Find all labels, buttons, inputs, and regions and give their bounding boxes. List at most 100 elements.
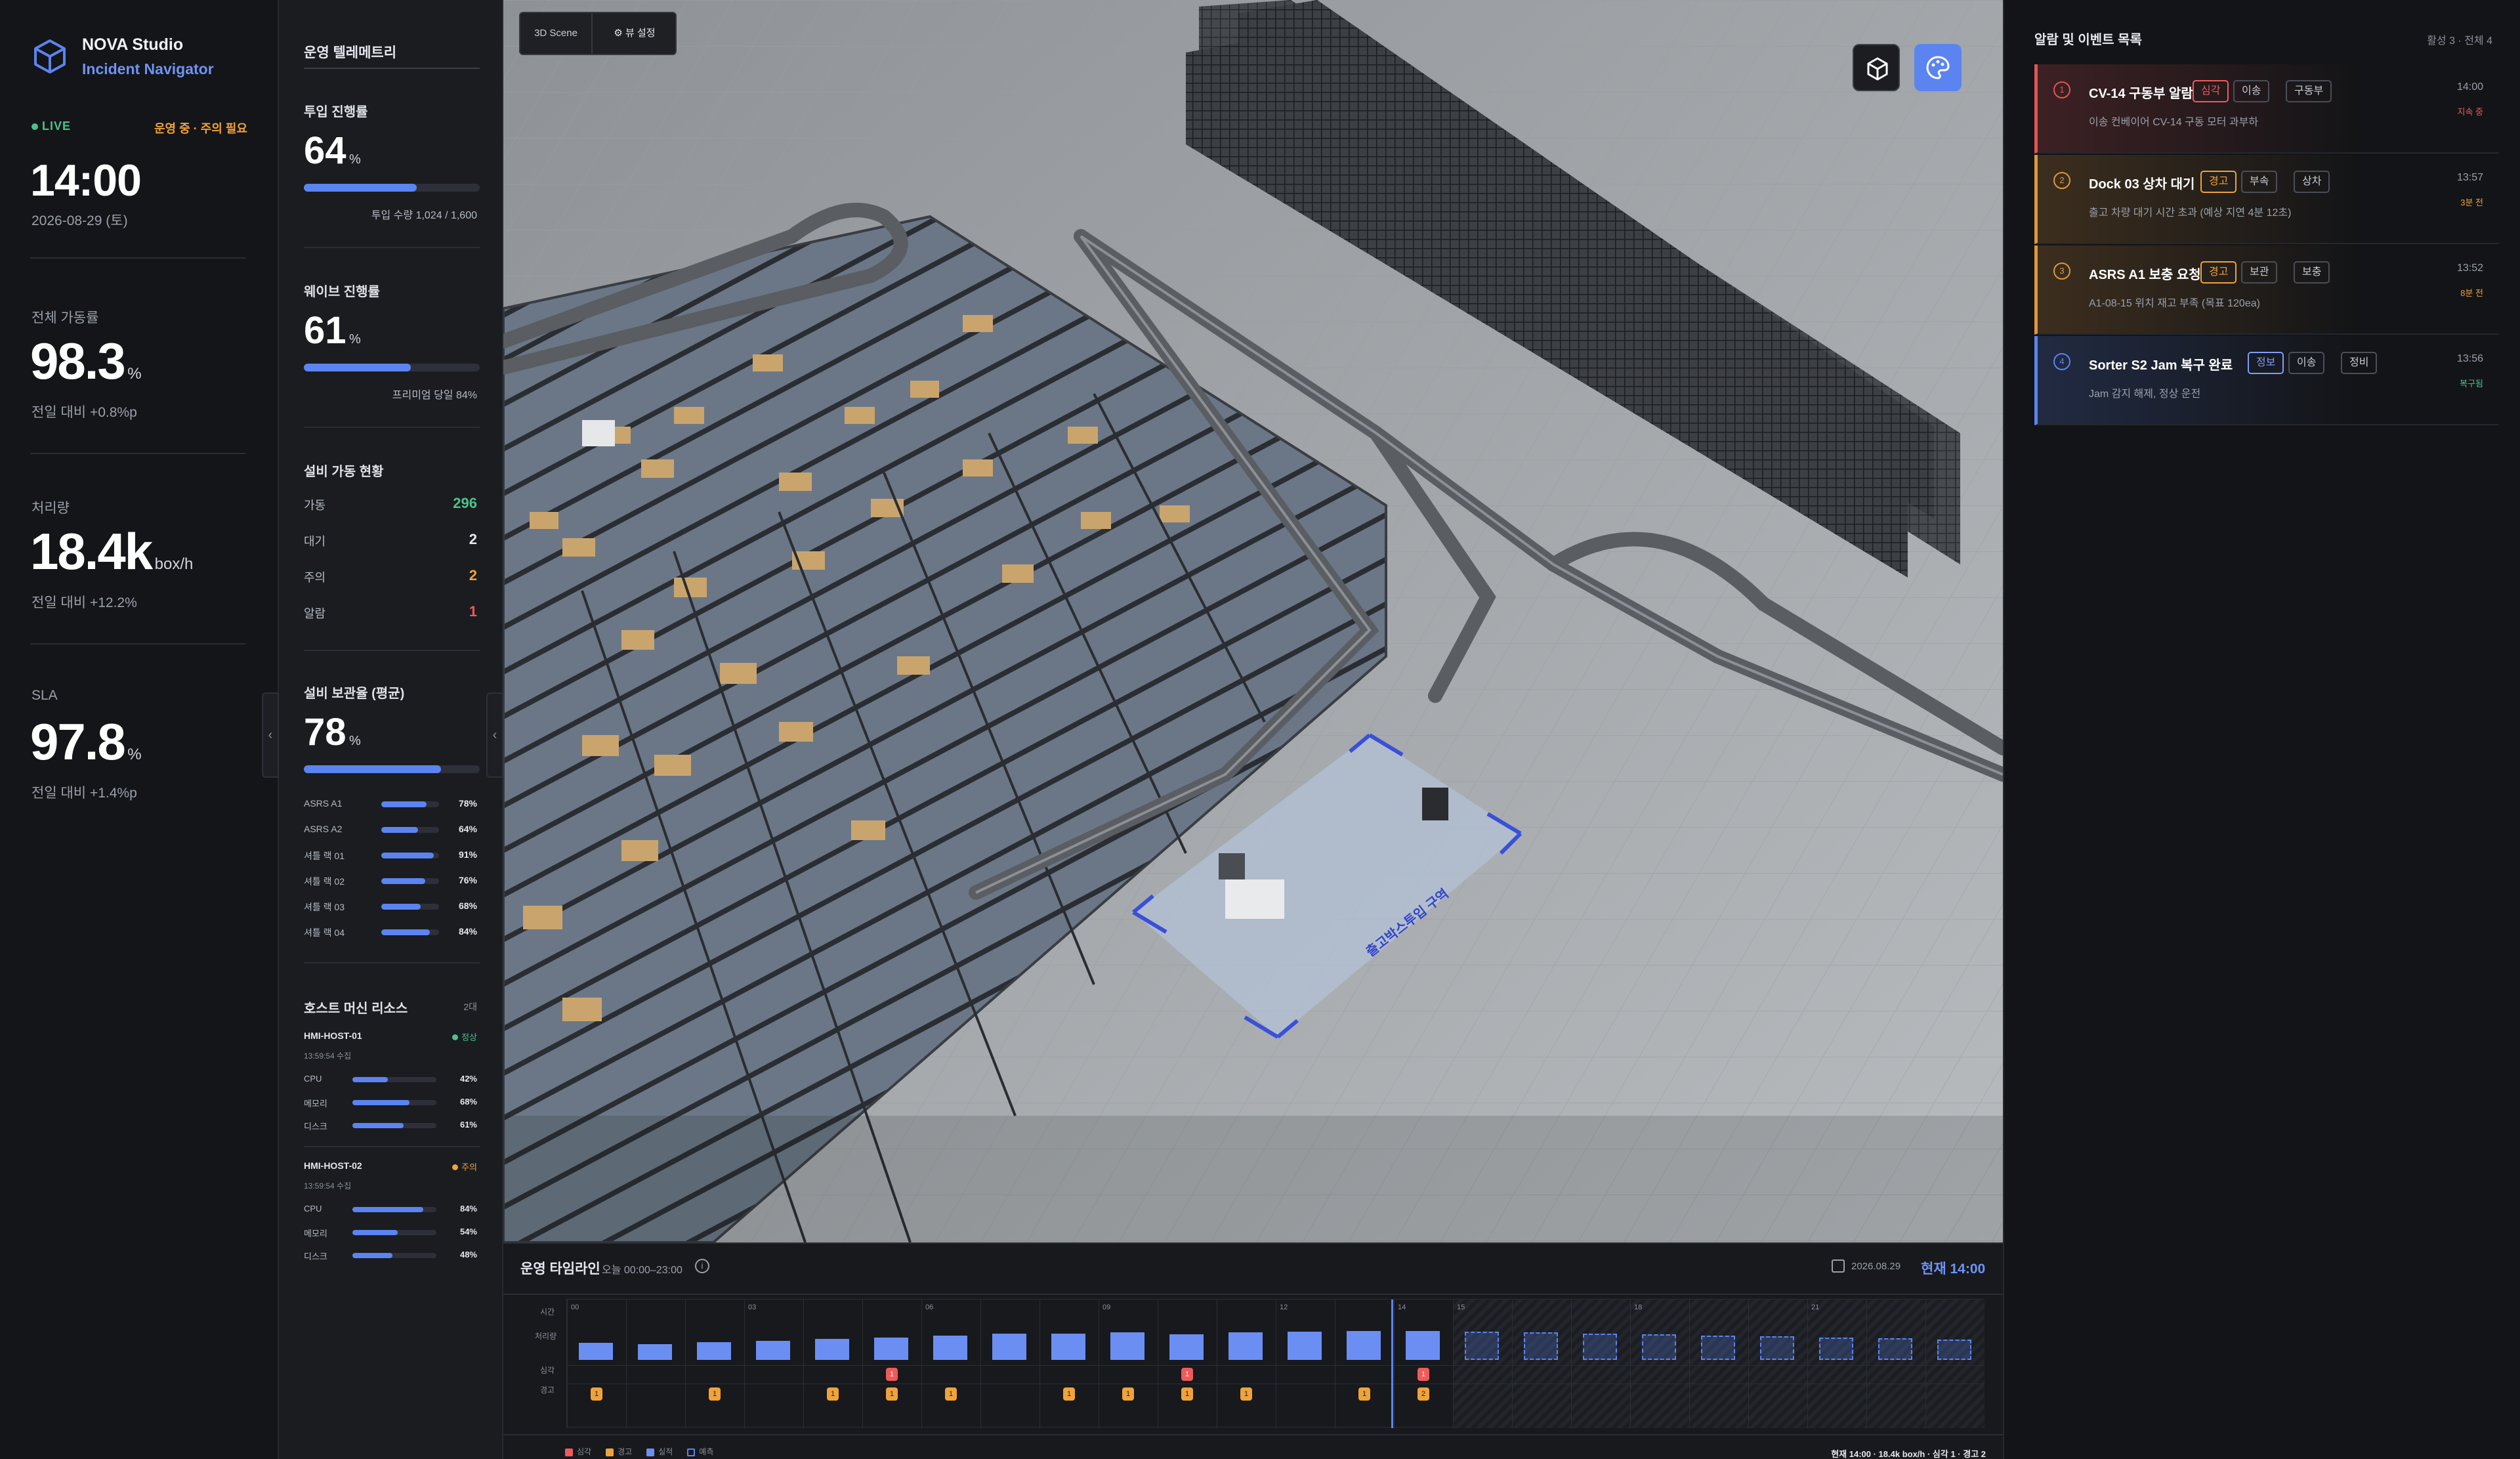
storage-item-value: 64% xyxy=(458,824,477,834)
warning-marker[interactable]: 2 xyxy=(1418,1387,1429,1401)
timeline-column[interactable] xyxy=(1335,1300,1394,1428)
timeline-column[interactable] xyxy=(1158,1300,1217,1428)
calendar-icon[interactable] xyxy=(1832,1259,1845,1273)
warning-marker[interactable]: 1 xyxy=(827,1387,839,1401)
row-label-warning: 경고 xyxy=(540,1385,555,1395)
warning-marker[interactable]: 1 xyxy=(591,1387,602,1401)
left-sidebar: NOVA Studio Incident Navigator LIVE 운영 중… xyxy=(0,0,279,1459)
alert-card[interactable]: 3 ASRS A1 보충 요청 A1-08-15 위치 재고 부족 (목표 12… xyxy=(2034,245,2499,335)
timeline-column[interactable] xyxy=(1512,1300,1571,1428)
throughput-bar[interactable] xyxy=(1406,1331,1440,1360)
throughput-bar[interactable] xyxy=(1347,1331,1381,1360)
timeline-column[interactable] xyxy=(1394,1300,1453,1428)
throughput-bar[interactable] xyxy=(874,1338,908,1360)
timeline-column[interactable] xyxy=(980,1300,1040,1428)
throughput-bar[interactable] xyxy=(1819,1338,1853,1360)
host-time: 13:59:54 수집 xyxy=(304,1051,352,1061)
warehouse-3d-scene[interactable]: 출고박스투입 구역 3D Scene ⚙ 뷰 설정 xyxy=(503,0,2003,1242)
throughput-bar[interactable] xyxy=(1583,1334,1617,1360)
host-metric-value: 48% xyxy=(459,1250,477,1259)
throughput-bar[interactable] xyxy=(1228,1332,1263,1360)
timeline-column[interactable] xyxy=(1040,1300,1099,1428)
alert-card[interactable]: 1 CV-14 구동부 알람 이송 컨베이어 CV-14 구동 모터 과부하 1… xyxy=(2034,64,2499,154)
throughput-bar[interactable] xyxy=(1760,1336,1794,1360)
warning-marker[interactable]: 1 xyxy=(1240,1387,1252,1401)
throughput-bar[interactable] xyxy=(815,1339,849,1360)
timeline-column[interactable] xyxy=(803,1300,862,1428)
theme-palette-button[interactable] xyxy=(1914,44,1962,91)
collapse-left-button[interactable]: ‹ xyxy=(262,692,279,778)
throughput-bar[interactable] xyxy=(933,1336,967,1360)
timeline-column[interactable] xyxy=(1925,1300,1984,1428)
timeline-column[interactable] xyxy=(862,1300,921,1428)
throughput-bar[interactable] xyxy=(1701,1336,1735,1360)
divider xyxy=(503,1434,2003,1435)
alert-time: 14:00 xyxy=(2456,81,2483,93)
timeline-title: 운영 타임라인 xyxy=(520,1261,600,1277)
critical-marker[interactable]: 1 xyxy=(886,1368,898,1381)
timeline-column[interactable] xyxy=(1099,1300,1158,1428)
timeline-column[interactable] xyxy=(744,1300,803,1428)
throughput-bar[interactable] xyxy=(1169,1334,1204,1360)
throughput-bar[interactable] xyxy=(1642,1334,1676,1360)
throughput-bar[interactable] xyxy=(1051,1334,1085,1360)
live-dot xyxy=(32,123,38,130)
warning-marker[interactable]: 1 xyxy=(1358,1387,1370,1401)
warning-marker[interactable]: 1 xyxy=(1122,1387,1134,1401)
alert-card[interactable]: 2 Dock 03 상차 대기 출고 차량 대기 시간 초과 (예상 지연 4분… xyxy=(2034,155,2499,244)
sliders-icon: ⚙ xyxy=(614,28,623,39)
timeline-column[interactable] xyxy=(1571,1300,1630,1428)
timeline-date: 2026.08.29 xyxy=(1851,1261,1901,1272)
host-metric-bar xyxy=(352,1230,436,1235)
throughput-bar[interactable] xyxy=(1937,1340,1971,1360)
timeline-column[interactable] xyxy=(1866,1300,1925,1428)
divider xyxy=(30,643,245,645)
timeline-column[interactable] xyxy=(1276,1300,1335,1428)
storage-item-label: 셔틀 랙 03 xyxy=(304,902,345,912)
storage-item-bar xyxy=(381,853,439,858)
throughput-bar[interactable] xyxy=(992,1334,1026,1360)
timeline-column[interactable] xyxy=(626,1300,685,1428)
warning-marker[interactable]: 1 xyxy=(886,1387,898,1401)
throughput-bar[interactable] xyxy=(697,1342,731,1360)
throughput-bar[interactable] xyxy=(1288,1332,1322,1360)
critical-marker[interactable]: 1 xyxy=(1418,1368,1429,1381)
host-metric-bar xyxy=(352,1207,436,1212)
throughput-bar[interactable] xyxy=(579,1343,613,1360)
throughput-bar[interactable] xyxy=(1524,1332,1558,1360)
tab-3d-scene[interactable]: 3D Scene xyxy=(520,13,593,54)
timeline-column[interactable] xyxy=(1748,1300,1807,1428)
hour-label: 21 xyxy=(1811,1303,1820,1311)
timeline-column[interactable] xyxy=(921,1300,980,1428)
timeline-column[interactable] xyxy=(1453,1300,1512,1428)
throughput-bar[interactable] xyxy=(1465,1332,1499,1360)
timeline-range: 오늘 00:00–23:00 xyxy=(602,1265,682,1276)
alert-card[interactable]: 4 Sorter S2 Jam 복구 완료 Jam 감지 해제, 정상 운전 1… xyxy=(2034,336,2499,425)
warning-marker[interactable]: 1 xyxy=(1063,1387,1075,1401)
row-label-throughput: 처리량 xyxy=(535,1332,557,1341)
storage-item-value: 68% xyxy=(458,900,477,911)
timeline-column[interactable] xyxy=(1807,1300,1866,1428)
timeline-column[interactable] xyxy=(567,1300,626,1428)
view-settings-button[interactable]: ⚙ 뷰 설정 xyxy=(594,13,675,54)
operation-mode: 운영 중 · 주의 필요 xyxy=(154,122,247,135)
collapse-telemetry-button[interactable]: ‹ xyxy=(486,692,503,778)
warning-marker[interactable]: 1 xyxy=(945,1387,957,1401)
storage-item-value: 78% xyxy=(458,798,477,809)
timeline-column[interactable] xyxy=(685,1300,744,1428)
info-icon[interactable]: i xyxy=(695,1259,709,1273)
throughput-bar[interactable] xyxy=(1878,1338,1912,1360)
cube-view-button[interactable] xyxy=(1853,44,1900,91)
timeline-column[interactable] xyxy=(1689,1300,1748,1428)
throughput-bar[interactable] xyxy=(638,1344,672,1360)
throughput-bar[interactable] xyxy=(756,1341,790,1360)
host-metric-value: 61% xyxy=(459,1120,477,1130)
critical-marker[interactable]: 1 xyxy=(1181,1368,1193,1381)
timeline-column[interactable] xyxy=(1217,1300,1276,1428)
warning-marker[interactable]: 1 xyxy=(1181,1387,1193,1401)
timeline-column[interactable] xyxy=(1630,1300,1689,1428)
warning-marker[interactable]: 1 xyxy=(709,1387,721,1401)
throughput-bar[interactable] xyxy=(1110,1332,1144,1360)
timeline-summary: 현재 14:00 · 18.4k box/h · 심각 1 · 경고 2 xyxy=(1831,1449,1986,1459)
alert-number: 3 xyxy=(2053,263,2070,280)
